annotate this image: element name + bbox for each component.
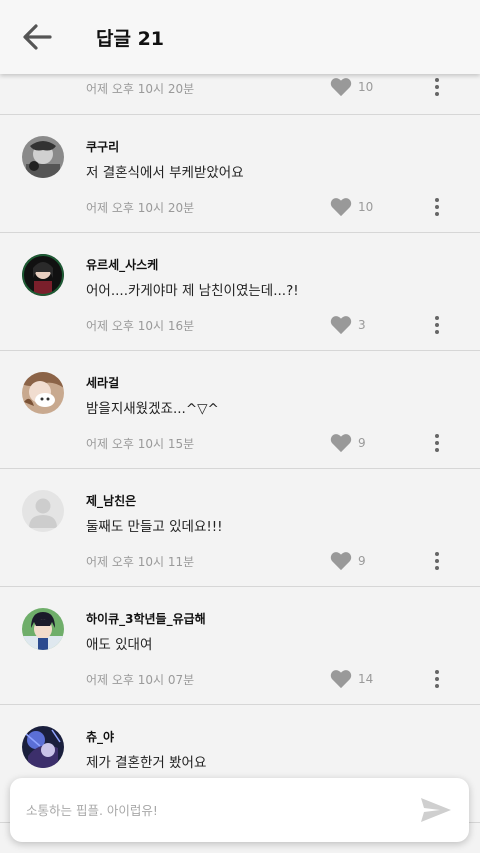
comment-username: 유르세_사스케	[86, 258, 159, 272]
comment-text: 밤을지새웠겠죠...^▽^	[86, 401, 219, 417]
dot-icon	[435, 677, 439, 681]
dot-icon	[435, 330, 439, 334]
comment-input[interactable]	[26, 790, 411, 830]
list-item: 세라걸 밤을지새웠겠죠...^▽^ 어제 오후 10시 15분 9	[0, 351, 480, 469]
comment-text: 애도 있대여	[86, 637, 153, 653]
dot-icon	[435, 198, 439, 202]
page-title: 답글 21	[96, 27, 165, 50]
like-count: 9	[358, 436, 366, 450]
comment-username: 세라걸	[86, 376, 120, 390]
comment-username: 쿠구리	[86, 140, 120, 154]
dot-icon	[435, 552, 439, 556]
user-avatar-image	[22, 254, 64, 296]
dot-icon	[435, 441, 439, 445]
heart-icon	[330, 552, 352, 571]
comment-text: 제가 결혼한거 봤어요	[86, 755, 207, 771]
comment-time: 어제 오후 10시 07분	[86, 673, 195, 687]
like-button[interactable]: 9	[330, 433, 366, 453]
list-item: 제_남친은 둘째도 만들고 있데요!!! 어제 오후 10시 11분 9	[0, 469, 480, 587]
dot-icon	[435, 559, 439, 563]
dot-icon	[435, 434, 439, 438]
like-count: 10	[358, 200, 374, 214]
avatar[interactable]	[22, 726, 64, 768]
comment-time: 어제 오후 10시 16분	[86, 319, 195, 333]
avatar[interactable]	[22, 254, 64, 296]
heart-icon	[330, 198, 352, 217]
dot-icon	[435, 566, 439, 570]
user-avatar-image	[22, 726, 64, 768]
dot-icon	[435, 85, 439, 89]
comment-time: 어제 오후 10시 11분	[86, 555, 195, 569]
comment-username: 츄_야	[86, 730, 115, 744]
like-button[interactable]: 10	[330, 197, 373, 217]
send-icon	[421, 798, 451, 822]
comment-username: 제_남친은	[86, 494, 137, 508]
heart-icon	[330, 670, 352, 689]
like-count: 10	[358, 80, 374, 94]
send-button[interactable]	[411, 785, 461, 835]
heart-icon	[330, 78, 352, 97]
dot-icon	[435, 205, 439, 209]
comment-time: 어제 오후 10시 20분	[86, 82, 195, 96]
avatar[interactable]	[22, 608, 64, 650]
app-header: 답글 21	[0, 0, 480, 74]
list-item: 쿠구리 저 결혼식에서 부케받았어요 어제 오후 10시 20분 10	[0, 115, 480, 233]
dot-icon	[435, 316, 439, 320]
more-options-button[interactable]	[428, 665, 446, 693]
list-item: 유르세_사스케 어어....카게야마 제 남친이였는데...?! 어제 오후 1…	[0, 233, 480, 351]
avatar[interactable]	[22, 372, 64, 414]
dot-icon	[435, 212, 439, 216]
like-count: 14	[358, 672, 374, 686]
default-avatar-icon	[22, 490, 64, 532]
list-item: 하이큐_3학년들_유급해 애도 있대여 어제 오후 10시 07분 14	[0, 587, 480, 705]
comment-text: 둘째도 만들고 있데요!!!	[86, 519, 223, 535]
arrow-left-icon	[23, 24, 52, 50]
avatar[interactable]	[22, 490, 64, 532]
like-count: 3	[358, 318, 366, 332]
dot-icon	[435, 323, 439, 327]
more-options-button[interactable]	[428, 547, 446, 575]
comment-time: 어제 오후 10시 20분	[86, 201, 195, 215]
like-button[interactable]: 10	[330, 77, 373, 97]
like-button[interactable]: 9	[330, 551, 366, 571]
user-avatar-image	[22, 372, 64, 414]
comment-input-bar	[10, 778, 469, 842]
dot-icon	[435, 670, 439, 674]
comment-text: 저 결혼식에서 부케받았어요	[86, 165, 244, 181]
heart-icon	[330, 434, 352, 453]
user-avatar-image	[22, 608, 64, 650]
more-options-button[interactable]	[428, 311, 446, 339]
reply-list: 어제 오후 10시 20분 10 쿠구리 저 결혼식에서 부케받았어요 어제 오…	[0, 0, 480, 823]
comment-username: 하이큐_3학년들_유급해	[86, 612, 206, 626]
avatar[interactable]	[22, 136, 64, 178]
like-button[interactable]: 14	[330, 669, 373, 689]
dot-icon	[435, 448, 439, 452]
comment-time: 어제 오후 10시 15분	[86, 437, 195, 451]
dot-icon	[435, 78, 439, 82]
comment-text: 어어....카게야마 제 남친이였는데...?!	[86, 283, 299, 299]
more-options-button[interactable]	[428, 73, 446, 101]
user-avatar-image	[22, 136, 64, 178]
like-count: 9	[358, 554, 366, 568]
like-button[interactable]: 3	[330, 315, 366, 335]
more-options-button[interactable]	[428, 429, 446, 457]
back-button[interactable]	[0, 0, 74, 74]
dot-icon	[435, 684, 439, 688]
heart-icon	[330, 316, 352, 335]
more-options-button[interactable]	[428, 193, 446, 221]
dot-icon	[435, 92, 439, 96]
